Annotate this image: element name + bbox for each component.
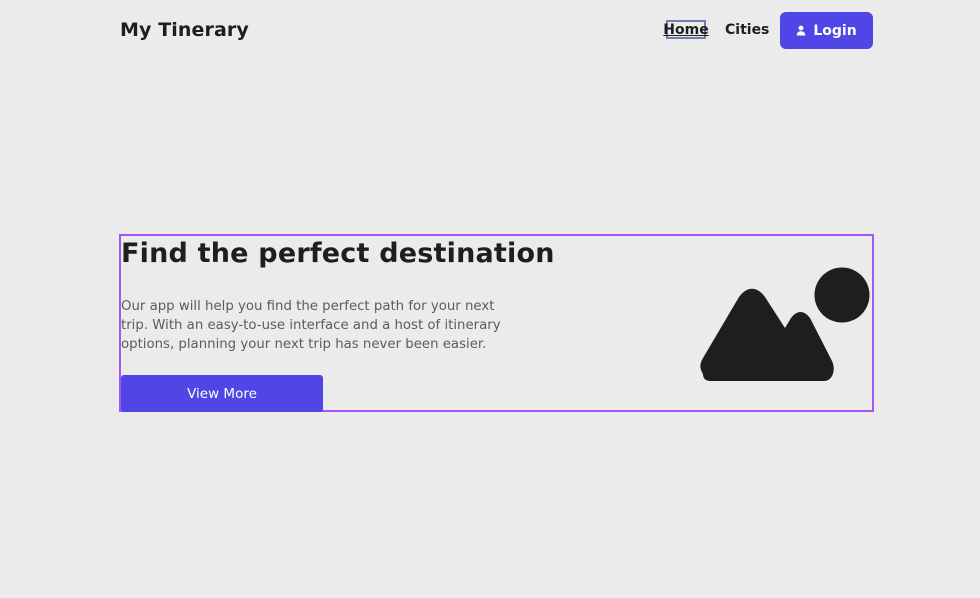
image-placeholder-icon <box>699 264 871 386</box>
hero-title: Find the perfect destination <box>121 238 555 269</box>
site-header: My Tinerary Home Cities Login <box>0 0 980 62</box>
brand-logo[interactable]: My Tinerary <box>120 19 249 41</box>
hero-description: Our app will help you find the perfect p… <box>121 299 501 352</box>
hero-section: Find the perfect destination Our app wil… <box>119 234 874 412</box>
view-more-button[interactable]: View More <box>121 375 323 412</box>
user-icon <box>796 25 806 36</box>
nav-link-home[interactable]: Home <box>663 20 709 39</box>
login-label: Login <box>813 22 857 39</box>
nav-link-cities[interactable]: Cities <box>725 22 769 39</box>
login-button[interactable]: Login <box>780 12 873 49</box>
